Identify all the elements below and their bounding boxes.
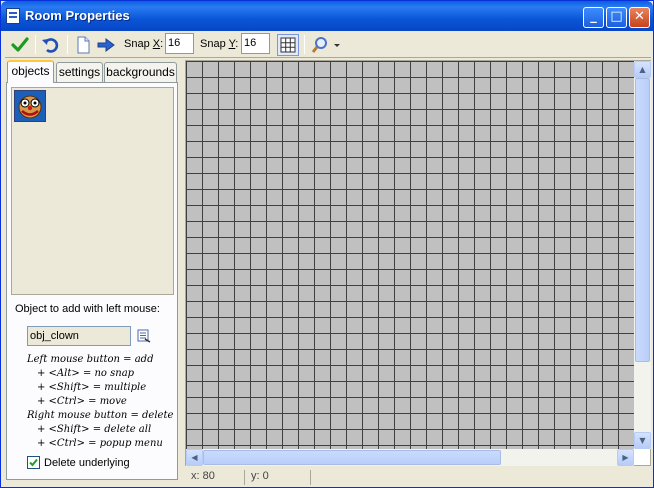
- arrow-right-icon: [97, 38, 115, 52]
- toggle-grid-button[interactable]: [277, 34, 299, 56]
- help-ctrl-popup-menu: + <Ctrl> = popup menu: [37, 438, 163, 449]
- status-x: x: 80: [187, 470, 245, 485]
- snap-y-label-text: Snap: [200, 38, 229, 50]
- tab-settings[interactable]: settings: [56, 62, 103, 82]
- object-menu-icon: [137, 329, 151, 343]
- undo-icon: [42, 38, 59, 53]
- snap-y-label: Snap Y:: [200, 38, 238, 50]
- toolbar-separator: [304, 35, 305, 54]
- clear-room-button[interactable]: [72, 34, 94, 56]
- room-grid-canvas[interactable]: [186, 61, 634, 449]
- snap-x-input[interactable]: 16: [165, 33, 194, 54]
- help-shift-multiple: + <Shift> = multiple: [37, 382, 147, 393]
- minimize-button[interactable]: _: [583, 7, 604, 28]
- close-icon: ✕: [634, 9, 645, 24]
- snap-x-colon: :: [160, 38, 164, 50]
- toolbar: Snap X: 16 Snap Y: 16: [5, 31, 651, 58]
- minimize-icon: _: [590, 9, 597, 24]
- delete-underlying-checkbox[interactable]: [27, 456, 40, 469]
- maximize-icon: □: [610, 9, 623, 24]
- vertical-scrollbar[interactable]: ▲ ▼: [634, 61, 651, 449]
- scroll-up-button[interactable]: ▲: [634, 61, 651, 78]
- shift-instances-button[interactable]: [95, 34, 117, 56]
- new-document-icon: [77, 36, 90, 54]
- horizontal-scrollbar[interactable]: ◀ ▶: [186, 449, 634, 466]
- object-palette: [11, 87, 174, 295]
- scroll-down-button[interactable]: ▼: [634, 432, 651, 449]
- snap-x-label: Snap X:: [124, 38, 163, 50]
- window-app-icon[interactable]: [6, 8, 20, 24]
- delete-underlying-label[interactable]: Delete underlying: [44, 457, 130, 469]
- toolbar-separator: [67, 35, 68, 54]
- snap-y-colon: :: [235, 38, 239, 50]
- help-right-delete: Right mouse button = delete: [27, 410, 174, 421]
- help-ctrl-move: + <Ctrl> = move: [37, 396, 127, 407]
- zoom-button[interactable]: [309, 34, 341, 56]
- tab-backgrounds[interactable]: backgrounds: [104, 62, 177, 82]
- title-bar[interactable]: Room Properties _ □ ✕: [1, 1, 653, 31]
- status-y: y: 0: [247, 470, 311, 485]
- room-properties-window: Room Properties _ □ ✕ Snap X: 16 Snap Y:…: [0, 0, 654, 488]
- snap-y-input[interactable]: 16: [241, 33, 270, 54]
- clown-face-icon: [18, 95, 42, 119]
- object-to-add-label: Object to add with left mouse:: [15, 303, 160, 315]
- help-left-add: Left mouse button = add: [27, 354, 154, 365]
- room-editor: ▲ ▼ ◀ ▶: [185, 60, 651, 466]
- tab-objects[interactable]: objects: [7, 60, 54, 83]
- help-shift-delete-all: + <Shift> = delete all: [37, 424, 152, 435]
- maximize-button[interactable]: □: [606, 7, 627, 28]
- close-button[interactable]: ✕: [629, 7, 650, 28]
- checkmark-icon: [11, 37, 29, 52]
- object-name-field[interactable]: obj_clown: [27, 326, 131, 346]
- help-alt-no-snap: + <Alt> = no snap: [37, 368, 135, 379]
- grid-icon: [280, 37, 296, 53]
- select-object-button[interactable]: [137, 329, 151, 343]
- scroll-left-button[interactable]: ◀: [186, 449, 203, 466]
- checkmark-icon: [29, 458, 38, 467]
- vertical-scroll-thumb[interactable]: [635, 78, 650, 362]
- undo-button[interactable]: [39, 34, 61, 56]
- ok-button[interactable]: [9, 34, 31, 56]
- horizontal-scroll-thumb[interactable]: [203, 450, 501, 465]
- snap-x-accesskey: X: [152, 38, 161, 50]
- toolbar-separator: [35, 35, 36, 54]
- window-title: Room Properties: [25, 8, 130, 23]
- snap-x-label-text: Snap: [124, 38, 153, 50]
- magnifier-icon: [311, 37, 340, 53]
- scroll-right-button[interactable]: ▶: [617, 449, 634, 466]
- clown-sprite-icon[interactable]: [14, 90, 46, 122]
- status-bar: x: 80 y: 0: [185, 468, 651, 487]
